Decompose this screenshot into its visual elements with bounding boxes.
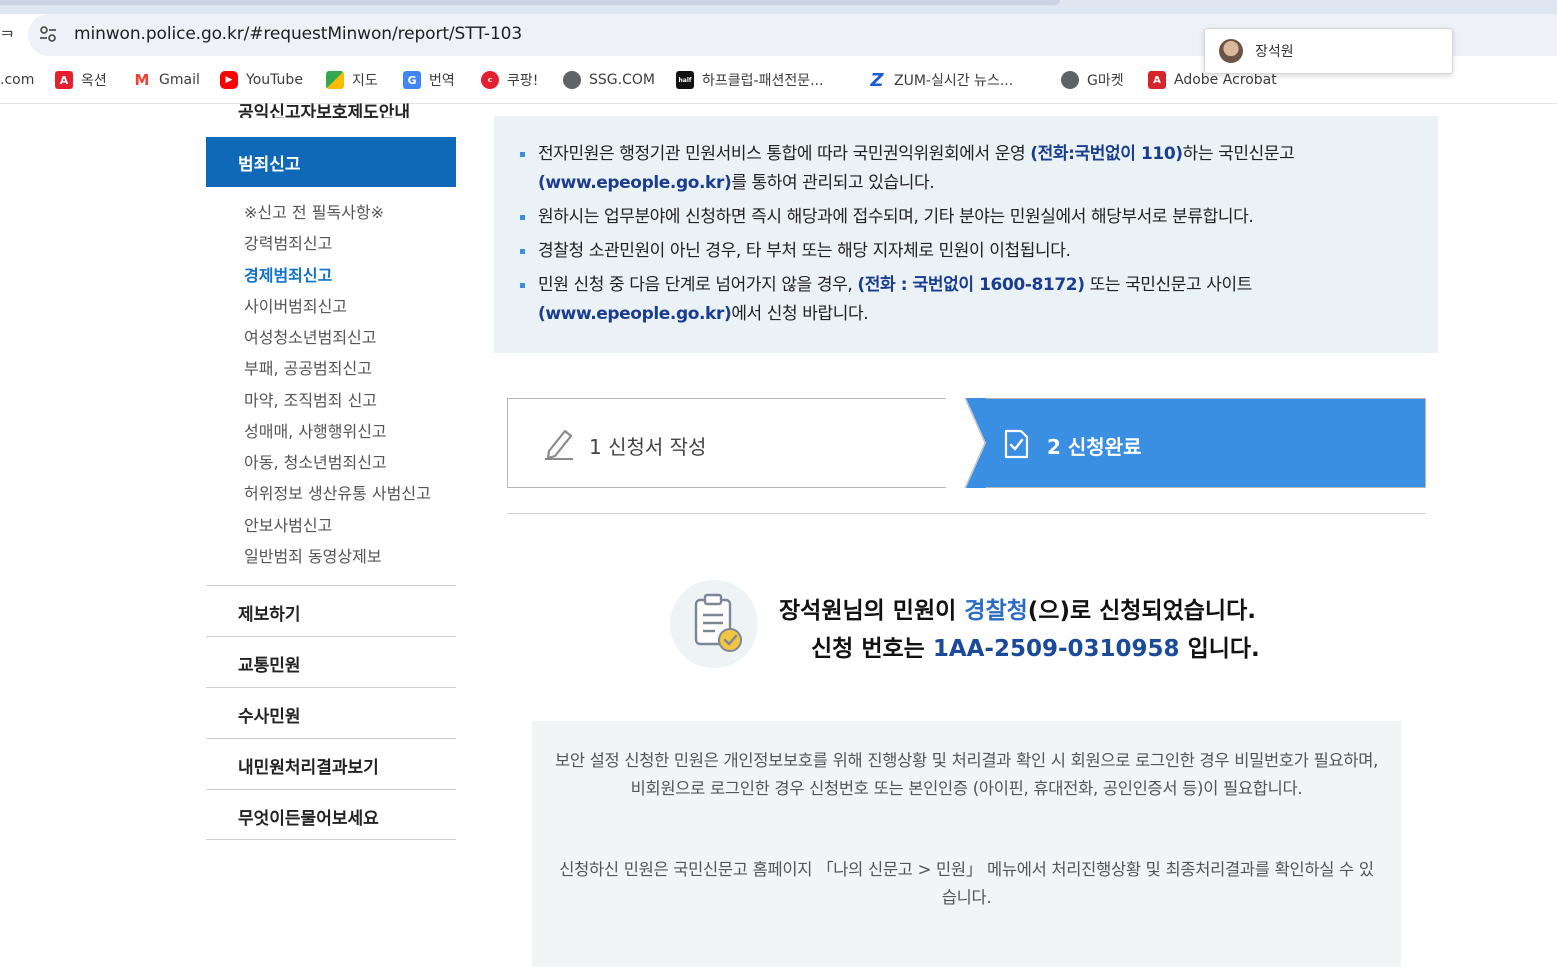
sidebar-subitem-women-youth-crime[interactable]: 여성청소년범죄신고 bbox=[244, 324, 376, 348]
gmail-icon: M bbox=[134, 71, 150, 89]
notice-item: 경찰청 소관민원이 아닌 경우, 타 부처 또는 해당 지자체로 민원이 이첩됩… bbox=[518, 237, 1418, 266]
bookmark-label: 번역 bbox=[429, 73, 455, 89]
bookmark-youtube[interactable]: ▶ YouTube bbox=[220, 70, 303, 90]
bookmark-zum[interactable]: Z ZUM-실시간 뉴스... bbox=[868, 69, 1014, 91]
sidebar-subitem-disinformation[interactable]: 허위정보 생산유통 사범신고 bbox=[244, 480, 431, 504]
profile-popup[interactable]: 장석원 bbox=[1204, 28, 1453, 74]
application-number-message: 신청 번호는 1AA-2509-0310958 입니다. bbox=[811, 636, 1260, 662]
active-tab-edge[interactable] bbox=[0, 0, 1060, 5]
zum-icon: Z bbox=[870, 69, 884, 91]
sidebar-item-crime-report[interactable]: 범죄신고 bbox=[206, 137, 456, 187]
sidebar-subitem-drug-organized-crime[interactable]: 마약, 조직범죄 신고 bbox=[244, 387, 377, 411]
globe-icon bbox=[1061, 71, 1079, 89]
sidebar-subitem-prostitution-gambling[interactable]: 성매매, 사행행위신고 bbox=[244, 418, 387, 442]
bookmark-label: 옥션 bbox=[81, 73, 107, 89]
pencil-icon bbox=[545, 429, 573, 460]
sidebar-subitem-violent-crime[interactable]: 강력범죄신고 bbox=[244, 230, 332, 254]
sidebar-subitem-required-reading[interactable]: ※신고 전 필독사항※ bbox=[244, 199, 384, 223]
completion-message: 장석원님의 민원이 경찰청(으)로 신청되었습니다. bbox=[779, 598, 1256, 624]
profile-name: 장석원 bbox=[1255, 44, 1294, 60]
bookmark-label: YouTube bbox=[246, 72, 303, 88]
step-2-label: 2 신청완료 bbox=[1047, 435, 1142, 459]
notice-box: 전자민원은 행정기관 민원서비스 통합에 따라 국민권익위원회에서 운영 (전화… bbox=[494, 116, 1438, 353]
bookmark-com[interactable]: .com bbox=[0, 70, 34, 90]
sidebar-item-my-results[interactable]: 내민원처리결과보기 bbox=[206, 738, 456, 789]
bookmark-label: 하프클럽-패션전문... bbox=[702, 73, 824, 89]
bookmark-halfclub[interactable]: half 하프클럽-패션전문... bbox=[676, 70, 823, 90]
bookmark-gmarket[interactable]: G마켓 bbox=[1061, 70, 1124, 90]
avatar bbox=[1219, 39, 1243, 63]
bookmark-label: ZUM-실시간 뉴스... bbox=[894, 73, 1014, 89]
info-status-paragraph: 신청하신 민원은 국민신문고 홈페이지 「나의 신문고 > 민원」 메뉴에서 처… bbox=[559, 860, 1374, 907]
info-security-paragraph: 보안 설정 신청한 민원은 개인정보보호를 위해 진행상황 및 처리결과 확인 … bbox=[554, 751, 1379, 798]
sidebar-subitem-cyber-crime[interactable]: 사이버범죄신고 bbox=[244, 293, 347, 317]
url-text[interactable]: minwon.police.go.kr/#requestMinwon/repor… bbox=[74, 24, 522, 44]
notice-item: 원하시는 업무분야에 신청하면 즉시 해당과에 접수되며, 기타 분야는 민원실… bbox=[518, 203, 1418, 232]
bookmark-label: G마켓 bbox=[1087, 73, 1124, 89]
sidebar-subitem-national-security[interactable]: 안보사범신고 bbox=[244, 512, 332, 536]
clipboard-check-icon bbox=[670, 580, 758, 668]
youtube-icon: ▶ bbox=[220, 71, 238, 89]
document-check-icon bbox=[1004, 429, 1029, 459]
notice-item: 민원 신청 중 다음 단계로 넘어가지 않을 경우, (전화 : 국번없이 16… bbox=[518, 271, 1418, 329]
sidebar-item-whistleblower-protection[interactable]: 공익신고자보호제도안내 bbox=[238, 98, 410, 118]
info-box: 보안 설정 신청한 민원은 개인정보보호를 위해 진행상황 및 처리결과 확인 … bbox=[532, 721, 1401, 967]
sidebar-item-investigation[interactable]: 수사민원 bbox=[206, 687, 456, 738]
bookmark-gmail[interactable]: M Gmail bbox=[133, 70, 200, 90]
bookmark-label: Gmail bbox=[159, 72, 200, 88]
sidebar-subitem-child-youth-crime[interactable]: 아동, 청소년범죄신고 bbox=[244, 449, 387, 473]
notice-item: 전자민원은 행정기관 민원서비스 통합에 따라 국민권익위원회에서 운영 (전화… bbox=[518, 140, 1418, 198]
maps-icon bbox=[326, 71, 344, 89]
bookmark-label: 지도 bbox=[352, 73, 378, 89]
application-number: 1AA-2509-0310958 bbox=[932, 636, 1180, 662]
tab-strip bbox=[0, 0, 1557, 14]
auction-icon: A bbox=[55, 71, 73, 89]
step-arrow-divider bbox=[946, 398, 986, 488]
section-divider bbox=[507, 513, 1426, 514]
sidebar-item-traffic[interactable]: 교통민원 bbox=[206, 636, 456, 687]
step-1-label: 1 신청서 작성 bbox=[589, 435, 707, 459]
halfclub-icon: half bbox=[676, 71, 694, 89]
bookmark-auction[interactable]: A 옥션 bbox=[55, 70, 107, 90]
sidebar-item-ask-anything[interactable]: 무엇이든물어보세요 bbox=[206, 789, 456, 840]
sidebar-item-tip-off[interactable]: 제보하기 bbox=[206, 585, 456, 636]
globe-icon bbox=[563, 71, 581, 89]
bookmark-label: .com bbox=[0, 72, 35, 88]
sidebar-subitem-crime-video[interactable]: 일반범죄 동영상제보 bbox=[244, 543, 382, 567]
sidebar-subitem-economic-crime[interactable]: 경제범죄신고 bbox=[244, 262, 332, 286]
bookmark-maps[interactable]: 지도 bbox=[326, 70, 378, 90]
sidebar-subitem-corruption-crime[interactable]: 부패, 공공범죄신고 bbox=[244, 355, 372, 379]
bookmark-coupang[interactable]: c 쿠팡! bbox=[481, 70, 538, 90]
bookmark-label: SSG.COM bbox=[589, 72, 655, 88]
bookmark-ssg[interactable]: SSG.COM bbox=[563, 70, 655, 90]
acrobat-icon: A bbox=[1148, 71, 1166, 89]
translate-icon: G bbox=[403, 71, 421, 89]
bookmark-translate[interactable]: G 번역 bbox=[403, 70, 455, 90]
bookmark-label: 쿠팡! bbox=[507, 73, 539, 89]
site-info-icon[interactable] bbox=[38, 23, 58, 45]
step-2-active bbox=[965, 399, 1425, 487]
bookmark-label: Adobe Acrobat bbox=[1174, 72, 1277, 88]
cut-off-back-glyph: ᄏ bbox=[0, 28, 15, 47]
agency-name: 경찰청 bbox=[964, 598, 1028, 624]
coupang-icon: c bbox=[481, 71, 499, 89]
